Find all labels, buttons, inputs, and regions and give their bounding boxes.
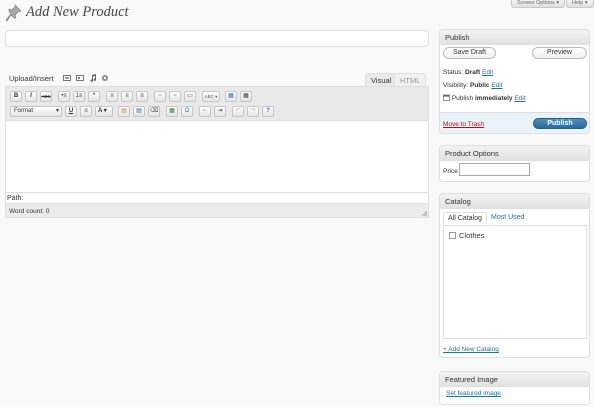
publish-actions: Move to Trash Publish — [440, 112, 589, 133]
add-audio-icon[interactable] — [89, 74, 97, 82]
numbered-list-button[interactable]: 1≡ — [73, 91, 85, 102]
align-left-button[interactable]: ≡ — [106, 91, 118, 102]
format-select-value: Format — [14, 108, 34, 114]
featured-image-heading: Featured Image — [440, 372, 589, 387]
bullet-list-button[interactable]: •≡ — [58, 91, 70, 102]
price-input[interactable] — [459, 163, 530, 176]
outdent-button[interactable]: ⇤ — [199, 106, 211, 117]
format-select[interactable]: Format ▾ — [10, 106, 62, 117]
list-item[interactable]: Clothes — [449, 231, 484, 240]
clothes-checkbox[interactable] — [449, 232, 456, 239]
indent-button[interactable]: ⇥ — [214, 106, 226, 117]
move-to-trash-link[interactable]: Move to Trash — [443, 121, 484, 128]
tab-visual[interactable]: Visual — [365, 73, 398, 86]
insert-more-button[interactable]: ▭ — [184, 91, 196, 102]
add-new-catalog-link[interactable]: + Add New Catalog — [443, 346, 499, 353]
publish-box: Publish Save Draft Preview Status: Draft… — [439, 29, 590, 134]
help-button[interactable]: Help ▾ — [566, 0, 594, 8]
tab-html[interactable]: HTML — [394, 73, 427, 86]
add-media-icon[interactable] — [101, 74, 109, 82]
fullscreen-button[interactable]: ▦ — [225, 91, 237, 102]
visibility-value: Public — [469, 82, 490, 89]
editor-content-area[interactable] — [5, 120, 429, 193]
bold-button[interactable]: B — [10, 91, 22, 102]
help-icon[interactable]: ? — [262, 106, 274, 117]
publish-time-row: Publish immediately Edit — [443, 94, 526, 102]
text-color-label: A — [98, 108, 103, 114]
text-color-button[interactable]: A ▾ — [95, 106, 113, 117]
preview-button[interactable]: Preview — [532, 47, 587, 59]
word-count: Word count: 0 — [9, 208, 50, 215]
featured-image-box: Featured Image Set featured image — [439, 371, 590, 405]
set-featured-image-link[interactable]: Set featured image — [446, 390, 501, 397]
align-center-button[interactable]: ≡ — [121, 91, 133, 102]
catalog-item-label: Clothes — [459, 231, 485, 240]
paste-word-button[interactable]: ▤ — [133, 106, 145, 117]
redo-button[interactable]: ↷ — [247, 106, 259, 117]
undo-button[interactable]: ↶ — [232, 106, 244, 117]
tab-all-catalog[interactable]: All Catalog — [443, 212, 487, 224]
visibility-row: Visibility: Public Edit — [443, 82, 503, 89]
product-options-heading: Product Options — [440, 146, 589, 161]
underline-button[interactable]: U — [65, 106, 77, 117]
publish-heading: Publish — [440, 30, 589, 45]
status-label: Status: — [443, 69, 464, 76]
insert-media-button[interactable]: ▦ — [166, 106, 178, 117]
status-value: Draft — [465, 69, 481, 76]
title-input[interactable] — [5, 30, 429, 47]
blockquote-button[interactable]: “ — [88, 91, 100, 102]
special-char-button[interactable]: Ω — [181, 106, 193, 117]
publish-time-label: Publish — [451, 95, 474, 102]
chevron-down-icon: ▾ — [55, 108, 59, 114]
paste-text-button[interactable]: ▤ — [118, 106, 130, 117]
spellcheck-label: ABC — [204, 94, 214, 99]
italic-button[interactable]: I — [25, 91, 37, 102]
insert-link-button[interactable]: ⚭ — [154, 91, 166, 102]
product-options-box: Product Options Price — [439, 145, 590, 182]
upload-insert-label: Upload/Insert — [9, 74, 54, 83]
calendar-icon — [443, 94, 450, 101]
editor-toolbar: B I ABC •≡ 1≡ “ ≡ ≡ ≡ ⚭ ⚭ ▭ ABC ▾ ▦ ▦ Fo… — [5, 86, 429, 120]
align-right-button[interactable]: ≡ — [136, 91, 148, 102]
pushpin-icon — [5, 4, 22, 22]
publish-time-value: immediately — [474, 95, 513, 102]
save-draft-button[interactable]: Save Draft — [443, 47, 496, 59]
catalog-box: Catalog All Catalog Most Used Clothes + … — [439, 193, 590, 358]
word-count-bar — [5, 204, 429, 218]
remove-link-button[interactable]: ⚭ — [169, 91, 181, 102]
price-label: Price — [443, 168, 458, 175]
path-label: Path: — [7, 195, 24, 202]
catalog-heading: Catalog — [440, 194, 589, 209]
justify-button[interactable]: ≡ — [80, 106, 92, 117]
publish-button[interactable]: Publish — [533, 118, 587, 129]
visibility-label: Visibility: — [443, 82, 469, 89]
add-video-icon[interactable] — [76, 74, 84, 82]
resize-handle-icon[interactable] — [421, 210, 428, 217]
visibility-edit-link[interactable]: Edit — [491, 82, 502, 89]
remove-format-button[interactable]: ⌫ — [148, 106, 160, 117]
tab-most-used[interactable]: Most Used — [491, 214, 524, 221]
screen-options-button[interactable]: Screen Options ▾ — [511, 0, 566, 8]
spellcheck-button[interactable]: ABC ▾ — [202, 91, 220, 102]
path-bar — [5, 193, 429, 204]
status-row: Status: Draft Edit — [443, 69, 493, 76]
add-image-icon[interactable] — [63, 74, 71, 82]
page-title: Add New Product — [26, 4, 129, 20]
status-edit-link[interactable]: Edit — [482, 69, 493, 76]
strikethrough-button[interactable]: ABC — [40, 91, 52, 102]
publish-time-edit-link[interactable]: Edit — [514, 95, 525, 102]
catalog-list: Clothes — [443, 225, 587, 339]
kitchen-sink-button[interactable]: ▦ — [240, 91, 252, 102]
